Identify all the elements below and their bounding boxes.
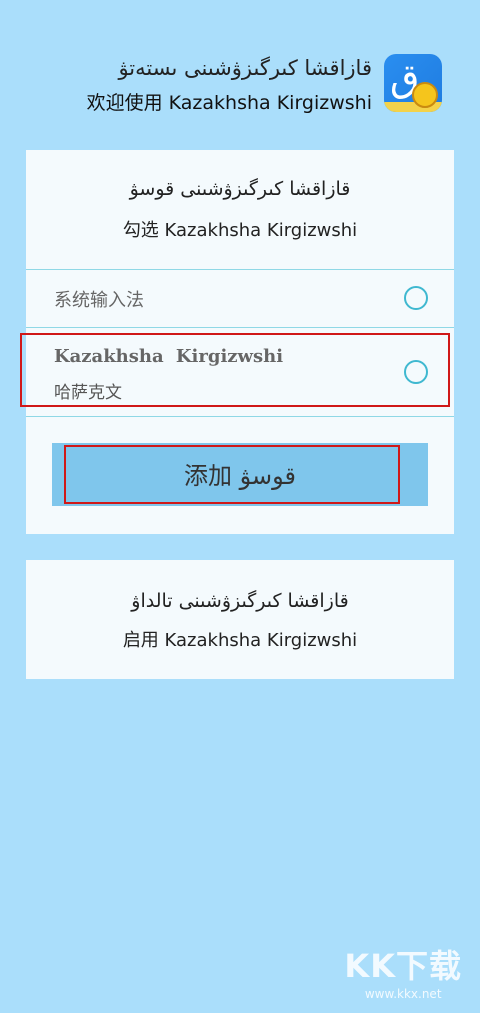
- add-button-label: 添加 قوسۋ: [183, 462, 297, 490]
- option-system-ime[interactable]: 系统输入法: [26, 270, 454, 327]
- header: قازاقشا كىرگىزۋشىنى ىستەتۋ 欢迎使用 Kazakhsh…: [0, 50, 480, 120]
- watermark-logo: KK下载: [344, 947, 462, 985]
- header-title-uyghur: قازاقشا كىرگىزۋشىنى ىستەتۋ: [118, 56, 372, 80]
- header-title-chinese: 欢迎使用 Kazakhsha Kirgizwshi: [86, 92, 372, 114]
- option-system-ime-radio[interactable]: [404, 286, 428, 310]
- select-card-title-uyghur: قازاقشا كىرگىزۋشىنى قوسۋ: [129, 178, 351, 200]
- add-button[interactable]: 添加 قوسۋ: [52, 443, 428, 506]
- enable-card-title-uyghur: قازاقشا كىرگىزۋشىنى تالداۋ: [131, 590, 349, 612]
- divider: [26, 416, 454, 417]
- select-keyboard-card: قازاقشا كىرگىزۋشىنى قوسۋ 勾选 Kazakhsha Ki…: [20, 150, 454, 534]
- enable-card-title-chinese: 启用 Kazakhsha Kirgizwshi: [122, 630, 358, 651]
- app-logo-icon: ق: [384, 54, 442, 112]
- option-system-ime-label: 系统输入法: [54, 290, 144, 311]
- watermark: KK下载 www.kkx.net: [344, 941, 462, 1001]
- enable-keyboard-card[interactable]: قازاقشا كىرگىزۋشىنى تالداۋ 启用 Kazakhsha …: [26, 560, 454, 679]
- divider: [26, 327, 454, 328]
- option-highlight-frame: [20, 333, 450, 407]
- app-logo-badge-icon: [412, 82, 438, 108]
- watermark-url: www.kkx.net: [364, 987, 442, 1001]
- select-card-title-chinese: 勾选 Kazakhsha Kirgizwshi: [122, 220, 358, 241]
